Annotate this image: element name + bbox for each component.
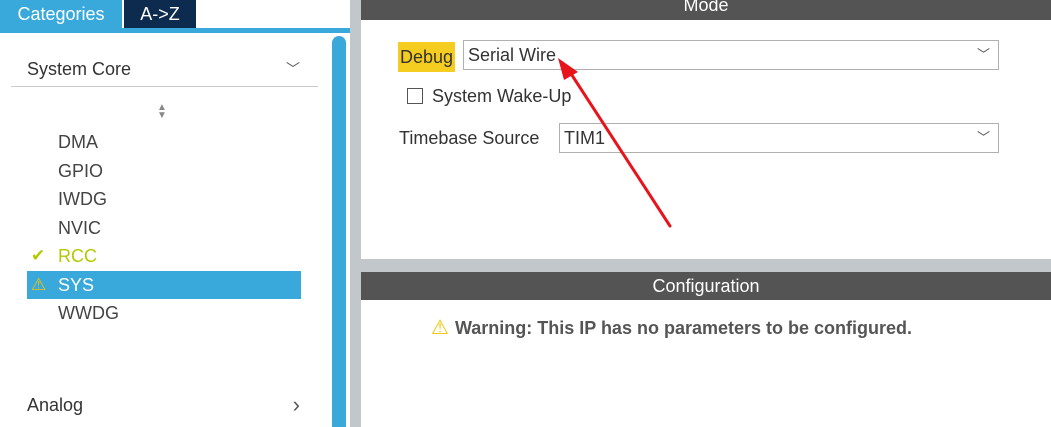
debug-select-value: Serial Wire [468, 45, 557, 65]
item-label: SYS [58, 274, 95, 295]
mode-header: Mode [361, 0, 1051, 20]
system-wakeup-checkbox[interactable] [407, 88, 423, 104]
debug-select[interactable]: Serial Wire ﹀ [463, 40, 999, 70]
item-label: RCC [58, 246, 97, 266]
list-item-rcc[interactable]: ✔ RCC [27, 242, 301, 271]
configuration-header: Configuration [361, 272, 1051, 300]
list-item-dma[interactable]: DMA [27, 128, 301, 157]
check-icon: ✔ [31, 246, 46, 265]
group-analog[interactable]: Analog › [11, 388, 318, 422]
tab-bar: Categories A->Z [0, 0, 350, 28]
debug-label: Debug [398, 42, 456, 72]
no-parameters-warning: ⚠ Warning: This IP has no parameters to b… [431, 315, 912, 340]
list-item-nvic[interactable]: NVIC [27, 214, 301, 243]
group-label: System Core [27, 59, 132, 79]
categories-panel: Categories A->Z System Core ﹀ ▲ ▼ DMA GPI… [0, 0, 350, 427]
item-label: NVIC [58, 217, 102, 238]
group-system-core[interactable]: System Core ﹀ [11, 52, 318, 87]
sidebar-scrollbar[interactable] [332, 36, 346, 427]
warning-icon: ⚠ [31, 274, 47, 294]
timebase-select-value: TIM1 [564, 128, 606, 148]
timebase-source-select[interactable]: TIM1 ﹀ [559, 123, 999, 153]
list-item-gpio[interactable]: GPIO [27, 157, 301, 186]
system-wakeup-label: System Wake-Up [432, 86, 572, 106]
item-label: WWDG [58, 303, 119, 323]
warning-text: Warning: This IP has no parameters to be… [454, 318, 913, 338]
chevron-down-icon: ﹀ [976, 130, 990, 145]
mode-section: Debug Serial Wire ﹀ System Wake-Up Timeb… [361, 20, 1051, 259]
group-label: Analog [27, 395, 84, 415]
panel-splitter[interactable] [350, 0, 361, 427]
warning-icon: ⚠ [431, 317, 449, 339]
list-item-iwdg[interactable]: IWDG [27, 185, 301, 214]
tab-categories[interactable]: Categories [0, 0, 122, 28]
item-label: DMA [58, 132, 98, 152]
chevron-down-icon: ﹀ [286, 61, 300, 77]
list-item-wwdg[interactable]: WWDG [27, 299, 301, 328]
details-panel: Mode Debug Serial Wire ﹀ System Wake-Up … [361, 0, 1051, 427]
tab-underline [0, 28, 350, 33]
chevron-right-icon: › [292, 392, 300, 417]
item-label: IWDG [58, 189, 107, 209]
list-item-sys[interactable]: ⚠ SYS [27, 270, 301, 299]
item-label: GPIO [58, 160, 104, 181]
chevron-down-icon: ﹀ [976, 47, 990, 62]
tab-a-to-z[interactable]: A->Z [124, 0, 196, 28]
configuration-section: ⚠ Warning: This IP has no parameters to b… [361, 300, 1051, 427]
timebase-source-label: Timebase Source [399, 128, 540, 148]
peripheral-list: DMA GPIO IWDG NVIC ✔ RCC ⚠ SYS WWDG [27, 128, 301, 328]
sort-icon[interactable]: ▲ ▼ [157, 103, 167, 121]
